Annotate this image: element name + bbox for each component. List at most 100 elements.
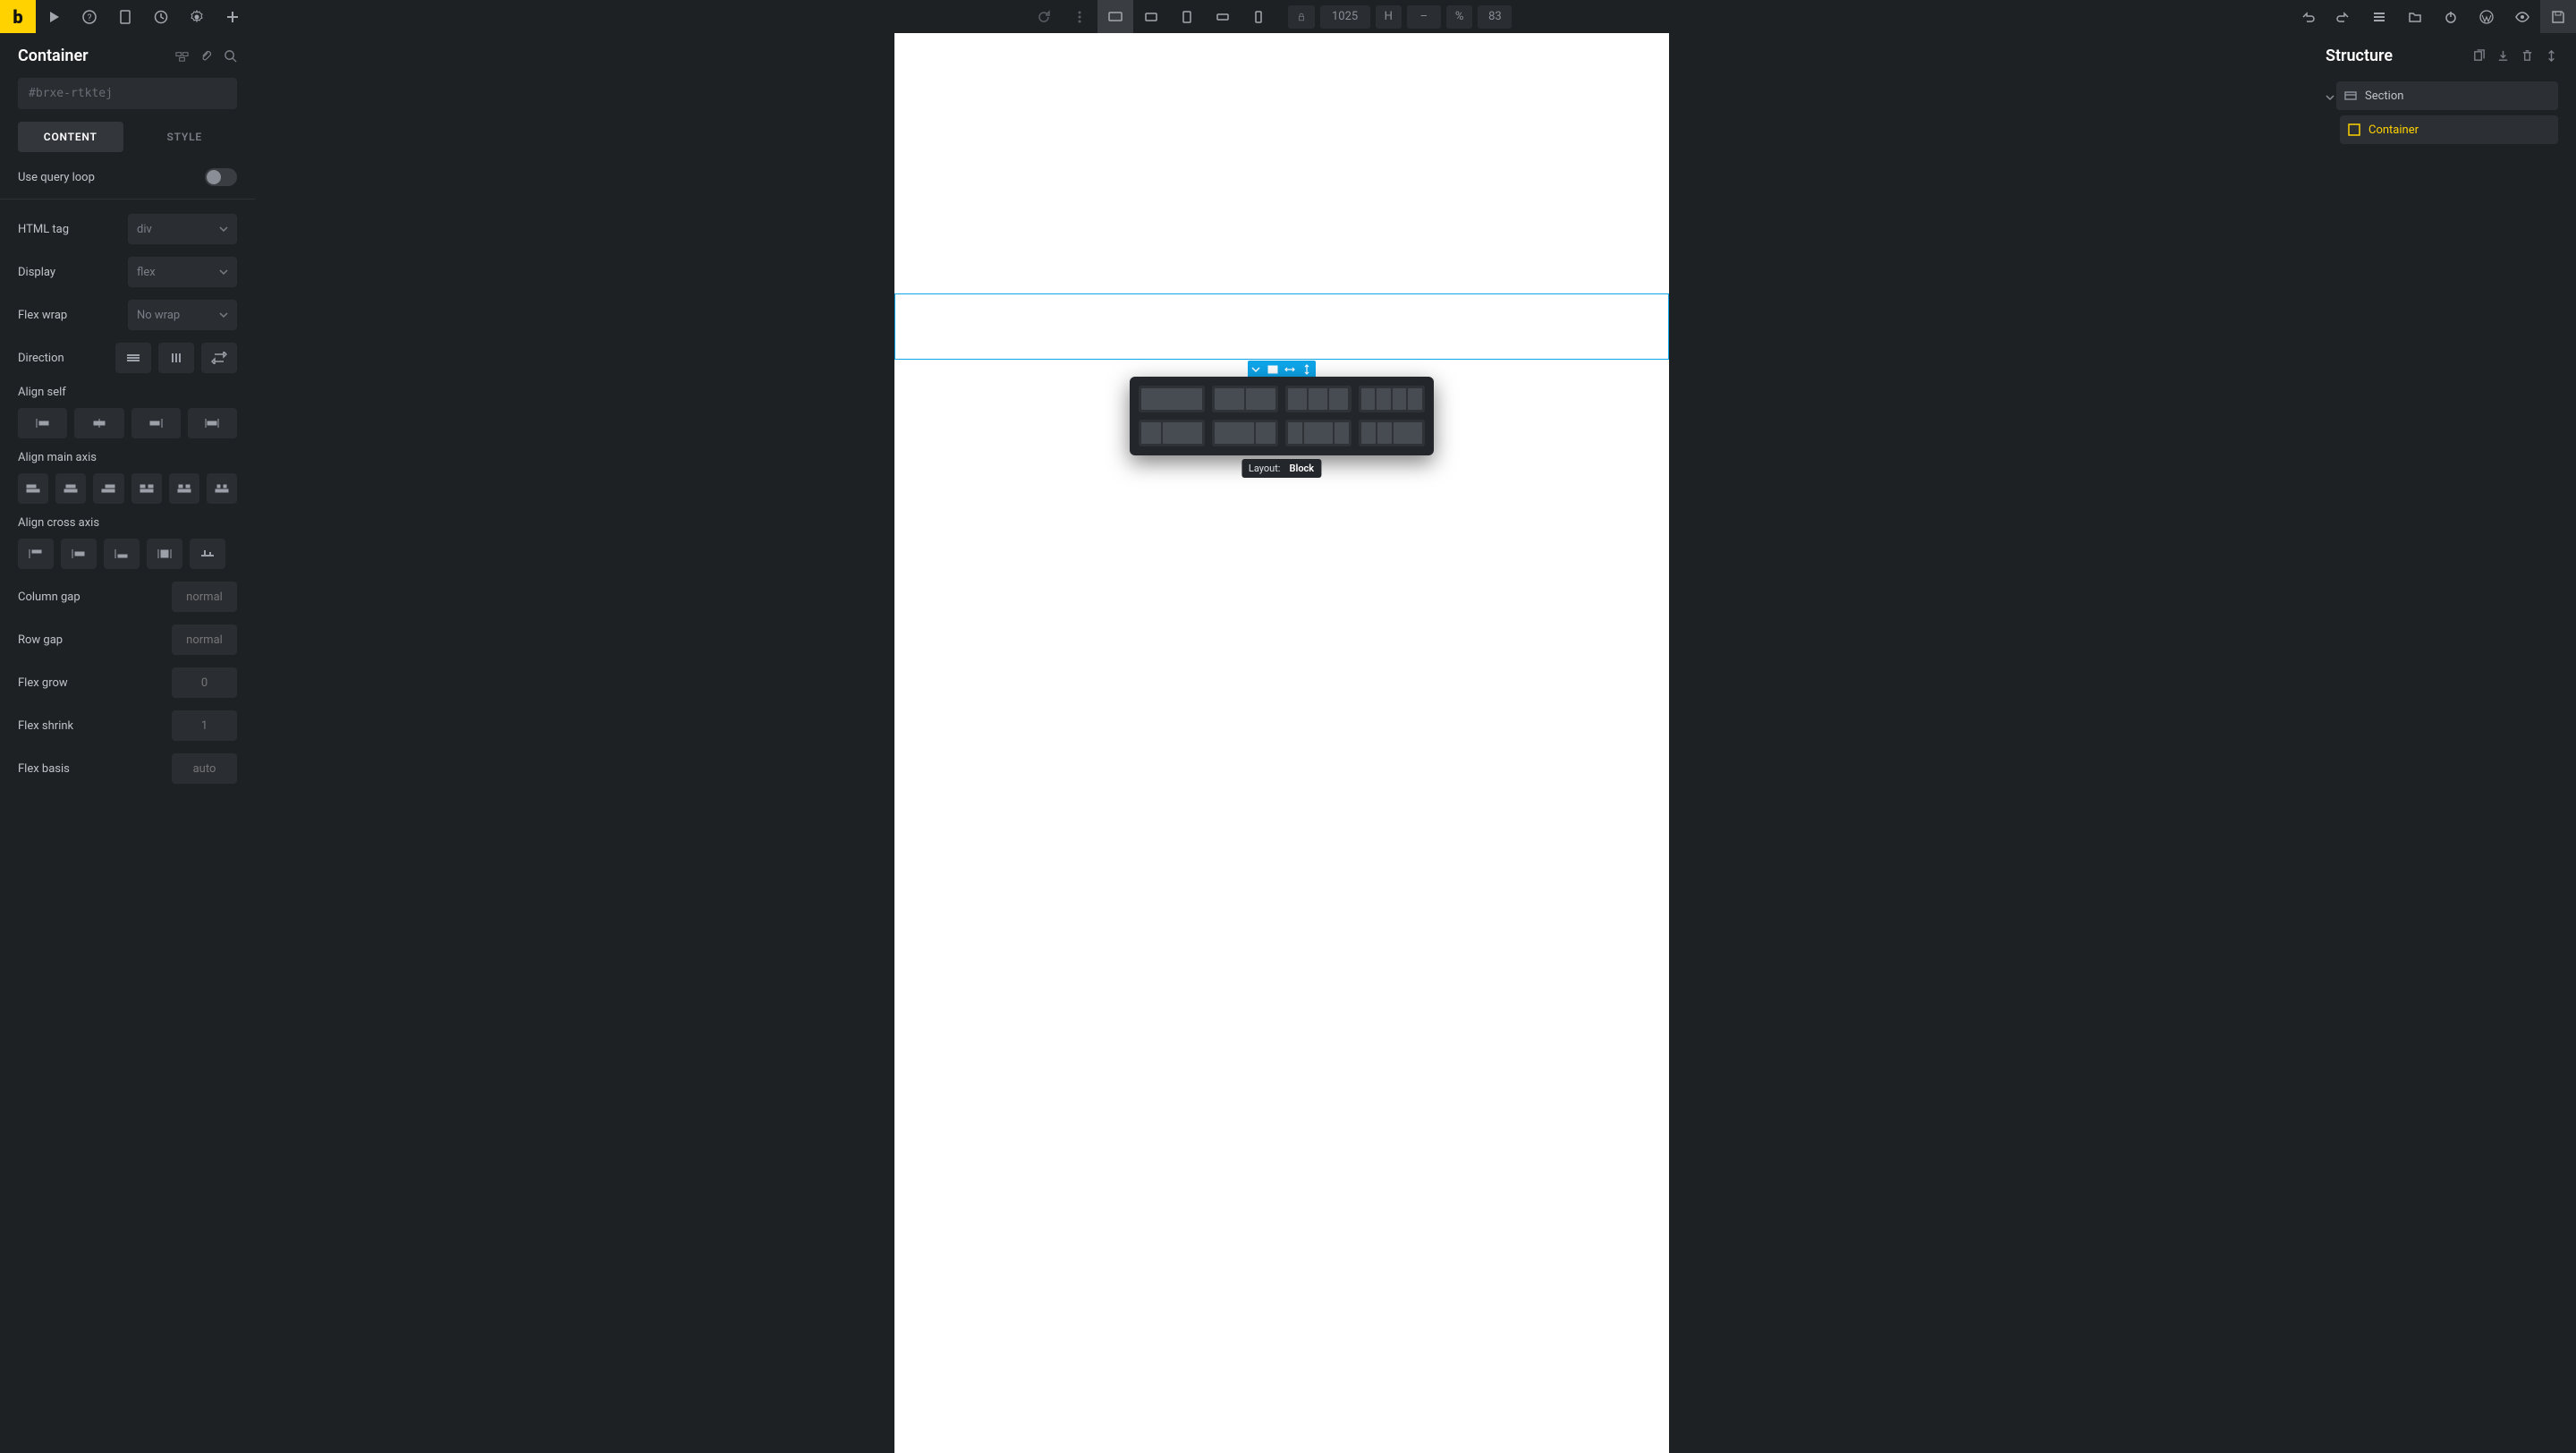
download-icon[interactable]: [2496, 49, 2510, 63]
align-self-start[interactable]: [18, 408, 67, 438]
display-select[interactable]: flex: [128, 257, 237, 287]
row-gap-input[interactable]: [172, 625, 237, 655]
row-gap-label: Row gap: [18, 633, 63, 647]
layout-tooltip: Layout:Block: [1241, 459, 1321, 478]
handle-columns-icon[interactable]: [1265, 361, 1282, 378]
layout-1col[interactable]: [1139, 386, 1205, 412]
display-label: Display: [18, 266, 55, 279]
page[interactable]: [894, 33, 1669, 1453]
handle-height-icon[interactable]: [1299, 361, 1316, 378]
panel-title: Container: [18, 47, 89, 65]
attach-icon[interactable]: [199, 49, 213, 63]
align-main-label: Align main axis: [18, 451, 237, 464]
flex-wrap-select[interactable]: No wrap: [128, 300, 237, 330]
flex-grow-input[interactable]: [172, 667, 237, 698]
canvas[interactable]: Layout:Block: [255, 33, 2308, 1453]
settings-button[interactable]: [179, 0, 215, 33]
logo[interactable]: b: [0, 0, 36, 33]
flex-basis-input[interactable]: [172, 753, 237, 784]
width-value[interactable]: 1025: [1320, 5, 1370, 29]
percent-value[interactable]: 83: [1478, 5, 1512, 29]
tree-section-label: Section: [2365, 89, 2403, 103]
flex-basis-label: Flex basis: [18, 762, 70, 776]
layout-2-1[interactable]: [1212, 420, 1278, 446]
search-icon[interactable]: [224, 49, 237, 63]
svg-text:?: ?: [88, 13, 92, 23]
flex-shrink-input[interactable]: [172, 710, 237, 741]
align-main-evenly[interactable]: [207, 473, 237, 504]
align-cross-baseline[interactable]: [190, 539, 225, 569]
history-button[interactable]: [143, 0, 179, 33]
query-loop-toggle[interactable]: [205, 168, 237, 186]
align-cross-center[interactable]: [61, 539, 97, 569]
percent-label: %: [1446, 5, 1473, 29]
tab-style[interactable]: STYLE: [132, 122, 238, 152]
align-main-around[interactable]: [169, 473, 199, 504]
container-icon: [2347, 123, 2361, 137]
query-loop-label: Use query loop: [18, 171, 95, 184]
power-button[interactable]: [2433, 0, 2469, 33]
more-button[interactable]: [1062, 0, 1097, 33]
mobile-breakpoint[interactable]: [1241, 0, 1276, 33]
align-cross-stretch[interactable]: [147, 539, 182, 569]
align-main-start[interactable]: [18, 473, 48, 504]
save-button[interactable]: [2540, 0, 2576, 33]
align-self-end[interactable]: [131, 408, 181, 438]
flex-grow-label: Flex grow: [18, 676, 68, 690]
desktop-breakpoint[interactable]: [1097, 0, 1133, 33]
height-label: H: [1376, 5, 1402, 29]
flex-wrap-label: Flex wrap: [18, 309, 67, 322]
align-cross-label: Align cross axis: [18, 516, 237, 530]
layout-3col[interactable]: [1285, 386, 1352, 412]
align-cross-start[interactable]: [18, 539, 54, 569]
html-tag-select[interactable]: div: [128, 214, 237, 244]
align-self-center[interactable]: [74, 408, 123, 438]
height-value[interactable]: –: [1407, 5, 1441, 29]
help-button[interactable]: ?: [72, 0, 107, 33]
trash-icon[interactable]: [2521, 49, 2534, 63]
layout-1-2-1[interactable]: [1285, 420, 1352, 446]
redo-button[interactable]: [2326, 0, 2361, 33]
preview-button[interactable]: [2504, 0, 2540, 33]
col-gap-input[interactable]: [172, 582, 237, 612]
tree-section[interactable]: Section: [2336, 81, 2558, 110]
mobile-landscape-breakpoint[interactable]: [1205, 0, 1241, 33]
layout-1-2[interactable]: [1139, 420, 1205, 446]
layout-1-1-2[interactable]: [1359, 420, 1425, 446]
direction-column[interactable]: [158, 343, 194, 373]
tablet-breakpoint[interactable]: [1169, 0, 1205, 33]
direction-row[interactable]: [115, 343, 151, 373]
element-id[interactable]: #brxe-rtktej: [18, 78, 237, 109]
copy-icon[interactable]: [2472, 49, 2486, 63]
class-icon[interactable]: [175, 49, 189, 63]
list-button[interactable]: [2361, 0, 2397, 33]
direction-reverse[interactable]: [201, 343, 237, 373]
html-tag-label: HTML tag: [18, 223, 69, 236]
chevron-down-icon[interactable]: [2326, 92, 2336, 106]
undo-button[interactable]: [2290, 0, 2326, 33]
expand-icon[interactable]: [2545, 49, 2558, 63]
play-button[interactable]: [36, 0, 72, 33]
align-main-between[interactable]: [131, 473, 162, 504]
align-self-stretch[interactable]: [188, 408, 237, 438]
add-button[interactable]: [215, 0, 250, 33]
section-icon: [2343, 89, 2358, 103]
col-gap-label: Column gap: [18, 591, 80, 604]
align-main-end[interactable]: [93, 473, 123, 504]
handle-width-icon[interactable]: [1282, 361, 1299, 378]
refresh-button[interactable]: [1026, 0, 1062, 33]
lock-icon[interactable]: [1288, 5, 1315, 29]
page-icon[interactable]: [107, 0, 143, 33]
layout-4col[interactable]: [1359, 386, 1425, 412]
handle-chevron-icon[interactable]: [1248, 361, 1265, 378]
align-main-center[interactable]: [55, 473, 86, 504]
layout-2col[interactable]: [1212, 386, 1278, 412]
tree-container[interactable]: Container: [2340, 115, 2558, 144]
align-cross-end[interactable]: [104, 539, 140, 569]
laptop-breakpoint[interactable]: [1133, 0, 1169, 33]
flex-shrink-label: Flex shrink: [18, 719, 73, 733]
folder-button[interactable]: [2397, 0, 2433, 33]
selected-container[interactable]: [894, 293, 1669, 360]
tab-content[interactable]: CONTENT: [18, 122, 123, 152]
wordpress-button[interactable]: [2469, 0, 2504, 33]
